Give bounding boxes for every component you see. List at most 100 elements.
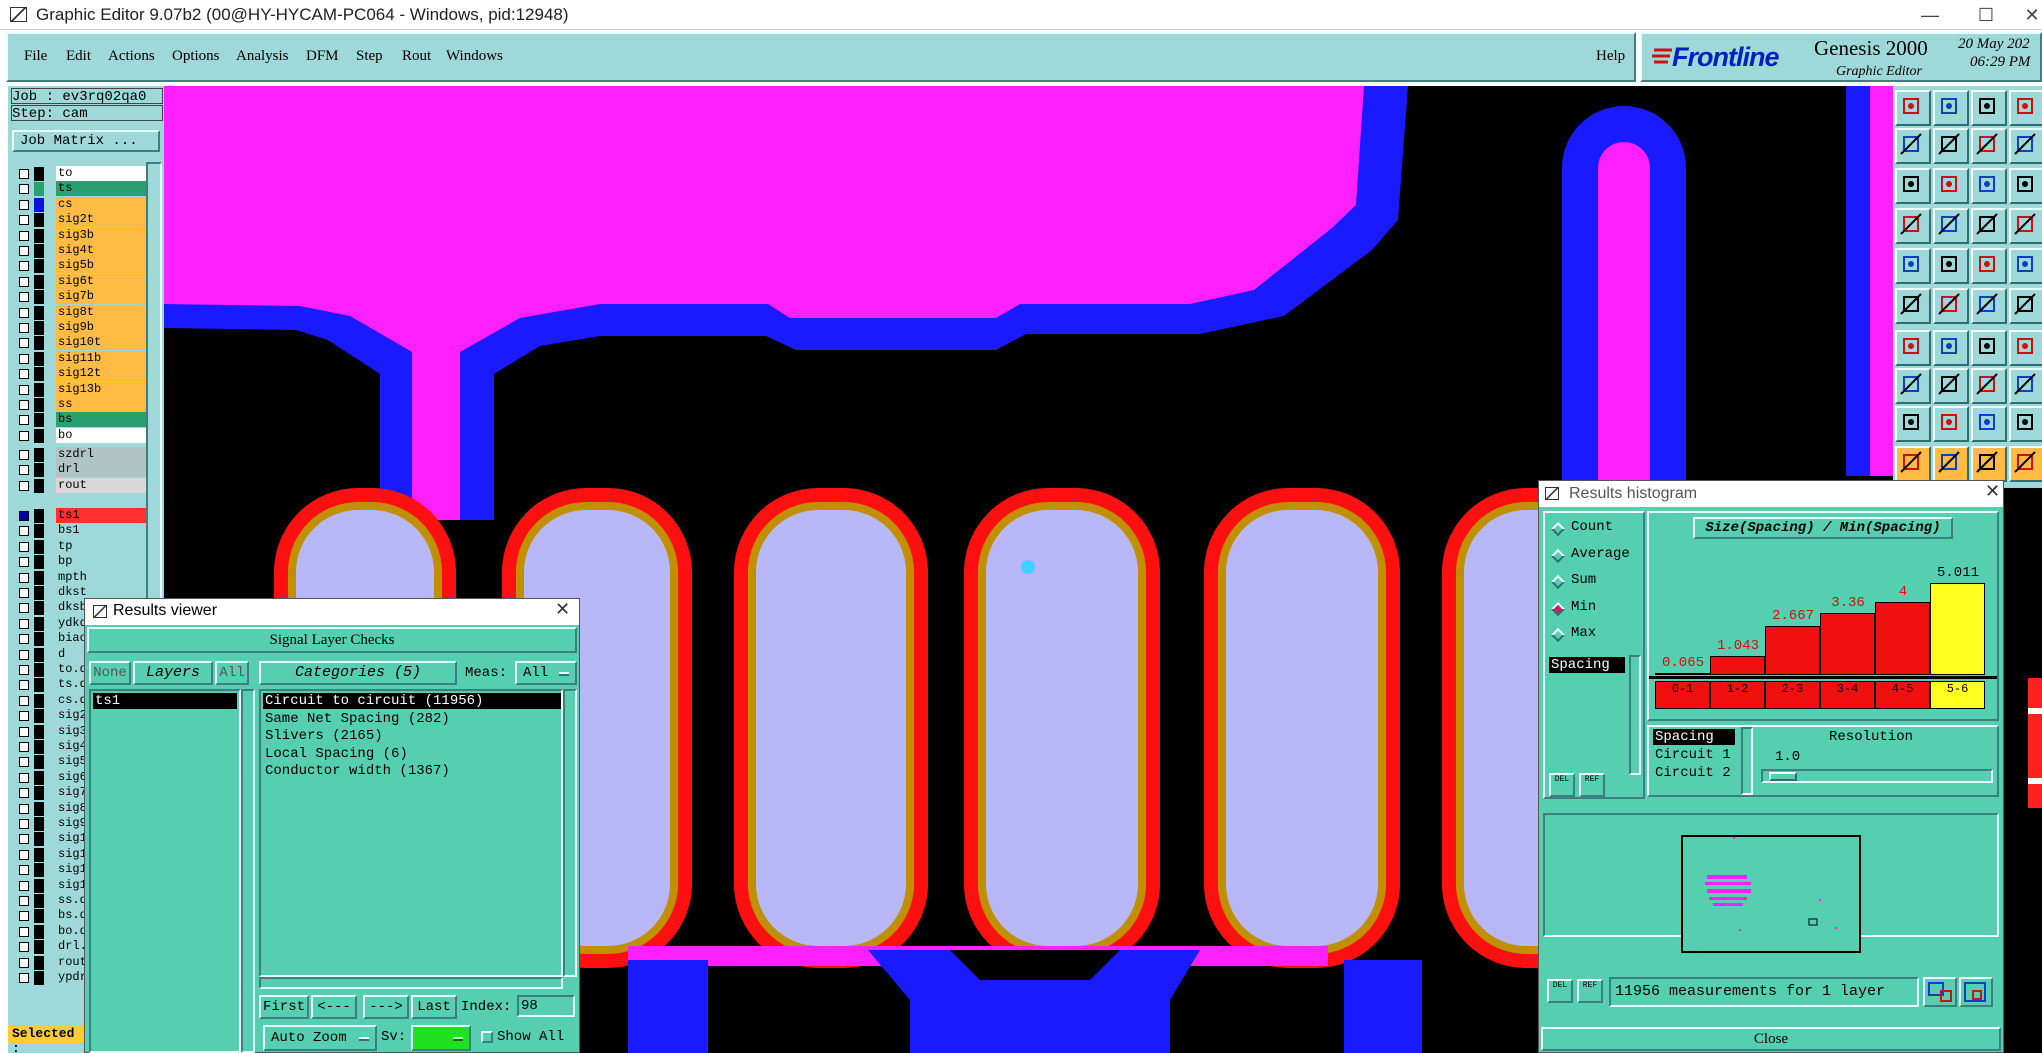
index-input[interactable]: 98 (517, 995, 575, 1017)
layer-checkbox[interactable] (19, 465, 29, 476)
layer-checkbox[interactable] (19, 199, 29, 210)
slider-thumb[interactable] (1769, 772, 1797, 781)
measure-scrollbar[interactable] (1741, 727, 1753, 795)
open-icon[interactable] (1895, 90, 1931, 126)
triangle-alt-icon[interactable] (1933, 406, 1969, 442)
layer-checkbox[interactable] (19, 926, 29, 937)
histogram-bar[interactable] (1655, 673, 1710, 675)
pan-icon[interactable] (1933, 168, 1969, 204)
layer-checkbox[interactable] (19, 865, 29, 876)
layer-checkbox[interactable] (19, 711, 29, 722)
layer-checkbox[interactable] (19, 695, 29, 706)
layer-checkbox[interactable] (19, 849, 29, 860)
menu-options[interactable]: Options (172, 48, 220, 65)
zoom-out-button[interactable] (1959, 977, 1993, 1007)
layer-checkbox[interactable] (19, 973, 29, 983)
layer-row[interactable]: sig12t (14, 366, 146, 382)
menu-rout[interactable]: Rout (402, 48, 431, 65)
group-icon[interactable] (2009, 368, 2042, 404)
layer-row[interactable]: sig6t (14, 273, 146, 290)
category-item[interactable]: Local Spacing (6) (263, 746, 408, 762)
layer-checkbox[interactable] (19, 307, 29, 318)
fit-icon[interactable] (1895, 168, 1931, 204)
layer-checkbox[interactable] (19, 169, 29, 179)
layer-checkbox[interactable] (19, 880, 29, 891)
close-button[interactable]: Close (1541, 1027, 2001, 1051)
board-thumbnail[interactable] (1681, 835, 1861, 953)
category-item[interactable]: Conductor width (1367) (263, 763, 450, 779)
prev-button[interactable]: <--- (311, 995, 357, 1019)
job-matrix-button[interactable]: Job Matrix ... (12, 130, 160, 152)
circle-icon[interactable] (2009, 248, 2042, 284)
layer-checkbox[interactable] (19, 511, 29, 521)
add-icon[interactable] (1971, 330, 2007, 366)
layer-checkbox[interactable] (19, 649, 29, 660)
layer-checkbox[interactable] (19, 680, 29, 691)
layer-results-scrollbar[interactable] (241, 689, 255, 1053)
layer-checkbox[interactable] (19, 742, 29, 752)
layer-row[interactable]: rout (14, 477, 146, 494)
measure-item[interactable]: Circuit 1 (1653, 747, 1731, 763)
histogram-bar[interactable] (1710, 655, 1765, 675)
show-all-checkbox[interactable] (481, 1031, 493, 1043)
categories-scrollbar[interactable] (563, 689, 577, 977)
layer-checkbox[interactable] (19, 819, 29, 829)
layer-row[interactable]: ts (14, 181, 146, 197)
layer-checkbox[interactable] (19, 450, 29, 460)
layer-row[interactable]: bo (14, 427, 146, 444)
layer-checkbox[interactable] (19, 803, 29, 814)
layer-row[interactable]: sig11b (14, 350, 146, 367)
curve-icon[interactable] (2009, 288, 2042, 324)
layer-row[interactable]: bs (14, 412, 146, 428)
layer-row[interactable]: sig2t (14, 212, 146, 228)
layout-icon[interactable] (2009, 90, 2042, 126)
layer-checkbox[interactable] (19, 400, 29, 410)
select-alt-icon[interactable] (1971, 446, 2007, 482)
distribute-icon[interactable] (2009, 208, 2042, 244)
layer-checkbox[interactable] (19, 618, 29, 629)
all-button[interactable]: All (215, 661, 249, 685)
menu-edit[interactable]: Edit (66, 48, 91, 65)
layer-checkbox[interactable] (19, 588, 29, 598)
bin-label[interactable]: 4-5 (1875, 681, 1930, 709)
layer-checkbox[interactable] (19, 323, 29, 333)
layer-checkbox[interactable] (19, 788, 29, 799)
category-item[interactable]: Circuit to circuit (11956) (263, 693, 561, 709)
menu-step[interactable]: Step (356, 48, 383, 65)
categories-button[interactable]: Categories (5) (259, 661, 457, 685)
zoom-button[interactable] (1923, 977, 1957, 1007)
layer-row[interactable]: sig3b (14, 227, 146, 244)
layer-row[interactable]: sig5b (14, 258, 146, 274)
layer-row[interactable]: bs1 (14, 523, 146, 539)
histogram-bar[interactable] (1765, 626, 1820, 675)
category-item[interactable]: Slivers (2165) (263, 728, 383, 744)
layer-row[interactable]: mpth (14, 569, 146, 586)
menu-windows[interactable]: Windows (446, 48, 503, 65)
layer-row[interactable]: sig13b (14, 381, 146, 398)
triangle-icon[interactable] (1895, 406, 1931, 442)
mode-list-item[interactable]: Spacing (1549, 657, 1625, 673)
layer-row[interactable]: sig9b (14, 320, 146, 336)
pad-icon[interactable] (1895, 248, 1931, 284)
layer-row[interactable]: tp (14, 538, 146, 555)
layer-checkbox[interactable] (19, 896, 29, 906)
layer-checkbox[interactable] (19, 292, 29, 303)
close-icon[interactable]: ✕ (1985, 481, 2000, 502)
close-icon[interactable]: ✕ (2012, 2, 2042, 28)
layer-checkbox[interactable] (19, 430, 29, 441)
category-item[interactable]: Same Net Spacing (282) (263, 711, 450, 727)
undo-icon[interactable] (1971, 128, 2007, 164)
menu-analysis[interactable]: Analysis (236, 48, 289, 65)
histogram-bar[interactable] (1930, 583, 1985, 675)
layer-row[interactable]: sig10t (14, 335, 146, 351)
layer-checkbox[interactable] (19, 772, 29, 783)
slash-icon[interactable] (1933, 330, 1969, 366)
measure-icon[interactable] (1895, 208, 1931, 244)
layer-row[interactable]: ts1 (14, 508, 146, 524)
ref-button[interactable]: REF (1577, 979, 1603, 1003)
align-icon[interactable] (1971, 208, 2007, 244)
resolution-slider[interactable] (1761, 769, 1993, 783)
ruler-icon[interactable] (1971, 248, 2007, 284)
first-button[interactable]: First (259, 995, 309, 1019)
bin-label[interactable]: 1-2 (1710, 681, 1765, 709)
